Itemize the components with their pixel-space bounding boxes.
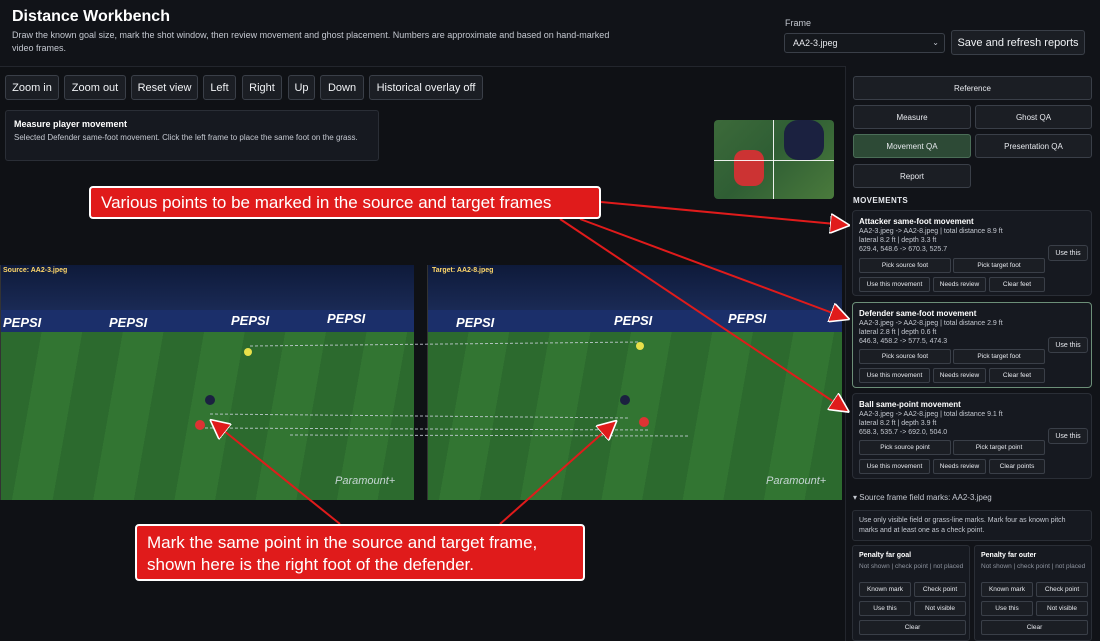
thumb-player-red xyxy=(734,150,764,186)
frame-label: Frame xyxy=(785,18,812,28)
ad-text: PEPSI xyxy=(109,315,148,330)
ad-text: PEPSI xyxy=(231,313,270,328)
clear-feet-button[interactable]: Clear feet xyxy=(989,368,1045,383)
check-point-button[interactable]: Check point xyxy=(1036,582,1088,597)
field-mark-status: Not shown | check point | not placed xyxy=(981,563,1086,570)
movement-card-attacker: Attacker same-foot movement AA2-3.jpeg -… xyxy=(852,210,1092,296)
movement-summary: AA2-3.jpeg -> AA2-8.jpeg | total distanc… xyxy=(859,228,1003,235)
not-visible-button[interactable]: Not visible xyxy=(914,601,966,616)
measure-info-panel: Measure player movement Selected Defende… xyxy=(5,110,379,161)
thumb-player-blue xyxy=(784,120,824,160)
pan-up-button[interactable]: Up xyxy=(288,75,315,100)
app-description: Draw the known goal size, mark the shot … xyxy=(12,30,610,53)
movement-components: lateral 2.8 ft | depth 0.6 ft xyxy=(859,329,937,336)
ad-text: PEPSI xyxy=(3,315,42,330)
ad-text: PEPSI xyxy=(327,311,366,326)
movements-heading: MOVEMENTS xyxy=(853,196,909,205)
broadcast-watermark: Paramount+ xyxy=(766,475,827,487)
nav-reference[interactable]: Reference xyxy=(853,76,1092,100)
not-visible-button[interactable]: Not visible xyxy=(1036,601,1088,616)
annotation-callout-bottom: Mark the same point in the source and ta… xyxy=(135,524,585,581)
target-frame-label: Target: AA2-8.jpeg xyxy=(432,267,494,274)
clear-points-button[interactable]: Clear points xyxy=(989,459,1045,474)
movement-components: lateral 8.2 ft | depth 3.9 ft xyxy=(859,420,937,427)
use-this-button[interactable]: Use this xyxy=(1048,245,1088,261)
app-title: Distance Workbench xyxy=(12,8,170,25)
movement-coords: 646.3, 458.2 -> 577.5, 474.3 xyxy=(859,338,948,345)
movement-components: lateral 8.2 ft | depth 3.3 ft xyxy=(859,237,937,244)
movement-title: Attacker same-foot movement xyxy=(859,217,974,226)
pan-left-button[interactable]: Left xyxy=(203,75,236,100)
broadcast-watermark: Paramount+ xyxy=(335,475,396,487)
use-this-button[interactable]: Use this xyxy=(981,601,1033,616)
field-mark-card: Penalty far goal Not shown | check point… xyxy=(852,545,970,641)
field-mark-status: Not shown | check point | not placed xyxy=(859,563,964,570)
known-mark-button[interactable]: Known mark xyxy=(859,582,911,597)
field-marks-toggle[interactable]: ▾ Source frame field marks: AA2-3.jpeg xyxy=(853,493,992,502)
clear-button[interactable]: Clear xyxy=(981,620,1088,635)
pick-target-button[interactable]: Pick target foot xyxy=(953,349,1045,364)
ad-text: PEPSI xyxy=(728,311,767,326)
field-mark-title: Penalty far outer xyxy=(981,552,1037,559)
pick-target-button[interactable]: Pick target point xyxy=(953,440,1045,455)
field-mark-title: Penalty far goal xyxy=(859,552,912,559)
pick-target-button[interactable]: Pick target foot xyxy=(953,258,1045,273)
source-frame-canvas[interactable]: PEPSI PEPSI PEPSI PEPSI Paramount+ Sourc… xyxy=(0,265,414,500)
nav-movement-qa[interactable]: Movement QA xyxy=(853,134,971,158)
zoom-in-button[interactable]: Zoom in xyxy=(5,75,59,100)
frame-select[interactable]: AA2-3.jpeg ⌄ xyxy=(784,33,945,53)
pick-source-button[interactable]: Pick source foot xyxy=(859,349,951,364)
crosshair-horizontal xyxy=(714,160,834,161)
save-refresh-button[interactable]: Save and refresh reports xyxy=(951,30,1085,55)
zoom-out-button[interactable]: Zoom out xyxy=(64,75,126,100)
ad-text: PEPSI xyxy=(614,313,653,328)
app-header: Distance Workbench Draw the known goal s… xyxy=(0,0,1100,67)
movement-title: Defender same-foot movement xyxy=(859,309,977,318)
movement-card-ball: Ball same-point movement AA2-3.jpeg -> A… xyxy=(852,393,1092,479)
nav-ghost-qa[interactable]: Ghost QA xyxy=(975,105,1092,129)
check-point-button[interactable]: Check point xyxy=(914,582,966,597)
movement-coords: 629.4, 548.6 -> 670.3, 525.7 xyxy=(859,246,948,253)
pick-source-button[interactable]: Pick source point xyxy=(859,440,951,455)
measure-instructions: Selected Defender same-foot movement. Cl… xyxy=(14,133,358,142)
needs-review-button[interactable]: Needs review xyxy=(933,368,986,383)
pan-down-button[interactable]: Down xyxy=(320,75,364,100)
movement-card-defender: Defender same-foot movement AA2-3.jpeg -… xyxy=(852,302,1092,388)
movement-summary: AA2-3.jpeg -> AA2-8.jpeg | total distanc… xyxy=(859,411,1003,418)
field-mark-card: Penalty far outer Not shown | check poin… xyxy=(974,545,1092,641)
chevron-down-icon: ⌄ xyxy=(932,38,939,47)
needs-review-button[interactable]: Needs review xyxy=(933,459,986,474)
needs-review-button[interactable]: Needs review xyxy=(933,277,986,292)
use-movement-button[interactable]: Use this movement xyxy=(859,277,930,292)
clear-feet-button[interactable]: Clear feet xyxy=(989,277,1045,292)
clear-button[interactable]: Clear xyxy=(859,620,966,635)
pick-source-button[interactable]: Pick source foot xyxy=(859,258,951,273)
measure-title: Measure player movement xyxy=(14,119,128,129)
use-this-button[interactable]: Use this xyxy=(1048,337,1088,353)
movement-summary: AA2-3.jpeg -> AA2-8.jpeg | total distanc… xyxy=(859,320,1003,327)
frame-select-value: AA2-3.jpeg xyxy=(793,38,838,48)
nav-report[interactable]: Report xyxy=(853,164,971,188)
field-marks-note: Use only visible field or grass-line mar… xyxy=(852,510,1092,541)
use-movement-button[interactable]: Use this movement xyxy=(859,368,930,383)
zoom-magnifier-thumbnail xyxy=(714,120,834,199)
nav-measure[interactable]: Measure xyxy=(853,105,971,129)
use-this-button[interactable]: Use this xyxy=(1048,428,1088,444)
use-movement-button[interactable]: Use this movement xyxy=(859,459,930,474)
movement-title: Ball same-point movement xyxy=(859,400,961,409)
movement-coords: 658.3, 535.7 -> 692.0, 504.0 xyxy=(859,429,948,436)
nav-presentation-qa[interactable]: Presentation QA xyxy=(975,134,1092,158)
annotation-callout-top: Various points to be marked in the sourc… xyxy=(89,186,601,219)
pan-right-button[interactable]: Right xyxy=(242,75,282,100)
ad-text: PEPSI xyxy=(456,315,495,330)
known-mark-button[interactable]: Known mark xyxy=(981,582,1033,597)
historical-overlay-toggle[interactable]: Historical overlay off xyxy=(369,75,483,100)
target-frame-canvas[interactable]: PEPSI PEPSI PEPSI Paramount+ Target: AA2… xyxy=(427,265,842,500)
source-frame-label: Source: AA2-3.jpeg xyxy=(3,267,68,274)
reset-view-button[interactable]: Reset view xyxy=(131,75,198,100)
use-this-button[interactable]: Use this xyxy=(859,601,911,616)
